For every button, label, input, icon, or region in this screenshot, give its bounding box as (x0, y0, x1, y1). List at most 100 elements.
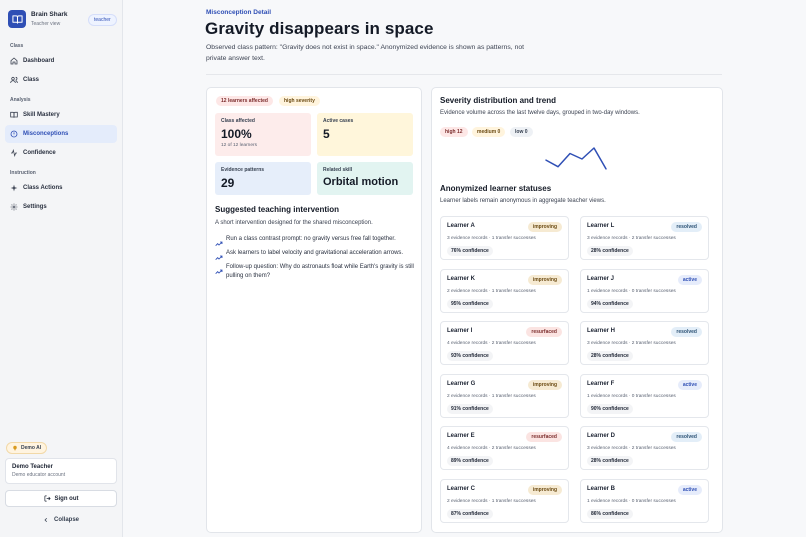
learner-card[interactable]: Learner G improving 2 evidence records · 1… (440, 373, 569, 418)
sign-out-label: Sign out (54, 495, 79, 502)
learner-status-badge: active (677, 485, 702, 495)
home-icon (10, 57, 18, 65)
learner-status-badge: active (677, 274, 702, 285)
learner-name: Learner C (447, 486, 476, 492)
stat-label: Related skill (323, 167, 353, 173)
sidebar-item-label: Class (23, 77, 40, 83)
evidence-patterns-stat: Evidence patterns 29 (215, 162, 311, 195)
learner-name: Learner D (587, 433, 616, 440)
section-label-analysis: Analysis (10, 97, 31, 103)
brand[interactable]: Brain Shark Teacher view (8, 10, 68, 28)
sign-out-button[interactable]: Sign out (5, 490, 117, 507)
learner-confidence-badge: 28% confidence (587, 246, 633, 256)
learner-confidence-badge: 86% confidence (587, 509, 633, 519)
book-logo-icon (8, 10, 26, 28)
sidebar-item-misconceptions[interactable]: Misconceptions (5, 125, 117, 143)
sidebar-item-settings[interactable]: Settings (5, 198, 117, 216)
sidebar-item-label: Class Actions (23, 185, 63, 191)
learner-name: Learner E (447, 433, 475, 440)
learner-card[interactable]: Learner F active 1 evidence records · 0 tr… (580, 373, 709, 418)
stat-label: Class affected (221, 118, 255, 124)
learner-confidence-badge: 90% confidence (587, 403, 633, 414)
account-card: Demo Teacher Demo educator account (5, 458, 117, 484)
learner-name: Learner I (447, 328, 473, 335)
demo-ai-badge: Demo AI (6, 442, 48, 454)
account-subtitle: Demo educator account (12, 472, 66, 478)
brand-subtitle: Teacher view (31, 21, 61, 27)
severity-chip: high severity (279, 96, 320, 106)
learner-card[interactable]: Learner K improving 2 evidence records · 1… (440, 268, 569, 313)
learner-evidence-meta: 3 evidence records · 2 transfer successe… (587, 236, 676, 241)
learner-name: Learner J (587, 275, 615, 282)
stat-value: Orbital motion (323, 176, 399, 188)
learner-status-badge: resolved (671, 222, 702, 232)
active-cases-stat: Active cases 5 (317, 113, 413, 156)
sidebar-item-label: Confidence (23, 150, 56, 156)
learner-card[interactable]: Learner H resolved 3 evidence records · 2 … (580, 321, 709, 366)
intervention-step: Follow-up question: Why do astronauts fl… (215, 263, 415, 281)
sidebar-item-label: Skill Mastery (23, 112, 60, 118)
learner-evidence-meta: 1 evidence records · 0 transfer successe… (587, 288, 676, 294)
learner-status-badge: active (677, 379, 702, 390)
severity-low-chip: low 0 (510, 127, 533, 137)
learner-name: Learner H (587, 328, 616, 335)
learner-confidence-badge: 95% confidence (447, 298, 493, 309)
learner-name: Learner F (587, 380, 615, 387)
learner-status-badge: resolved (671, 432, 702, 443)
sidebar-item-label: Misconceptions (23, 131, 69, 137)
stat-value: 100% (221, 127, 252, 141)
sidebar-item-skill-mastery[interactable]: Skill Mastery (5, 106, 117, 124)
learner-card[interactable]: Learner C improving 2 evidence records · 1… (440, 479, 569, 523)
learner-status-badge: resurfaced (526, 432, 562, 443)
learner-name: Learner G (447, 380, 476, 387)
sidebar-item-confidence[interactable]: Confidence (5, 144, 117, 162)
related-skill-stat: Related skill Orbital motion (317, 162, 413, 195)
collapse-button[interactable]: Collapse (5, 513, 117, 527)
severity-trend-sparkline (545, 147, 607, 170)
learner-evidence-meta: 1 evidence records · 0 transfer successe… (587, 499, 676, 504)
intervention-step-text: Follow-up question: Why do astronauts fl… (226, 264, 414, 279)
learner-confidence-badge: 76% confidence (447, 246, 493, 256)
trend-arrow-icon (215, 263, 223, 281)
sidebar-item-class[interactable]: Class (5, 71, 117, 89)
learner-card[interactable]: Learner A improving 3 evidence records · 1… (440, 216, 569, 260)
learner-confidence-badge: 93% confidence (447, 351, 493, 362)
learner-confidence-badge: 94% confidence (587, 298, 633, 309)
learner-confidence-badge: 89% confidence (447, 456, 493, 467)
collapse-label: Collapse (53, 517, 79, 523)
gear-icon (10, 203, 18, 211)
trend-line (545, 147, 607, 170)
chevron-left-icon (43, 517, 49, 523)
learner-evidence-meta: 3 evidence records · 2 transfer successe… (587, 446, 676, 452)
header-divider (206, 74, 722, 75)
sidebar-item-dashboard[interactable]: Dashboard (5, 52, 117, 70)
demo-ai-label: Demo AI (21, 445, 42, 451)
learner-name: Learner A (447, 223, 475, 229)
class-affected-stat: Class affected 100% 12 of 12 learners (215, 113, 311, 156)
learner-card[interactable]: Learner E resurfaced 4 evidence records · … (440, 426, 569, 471)
learner-card[interactable]: Learner D resolved 3 evidence records · 2 … (580, 426, 709, 471)
learner-name: Learner K (447, 275, 476, 282)
learner-card[interactable]: Learner L resolved 3 evidence records · 2 … (580, 216, 709, 260)
learner-status-badge: improving (527, 222, 562, 232)
intervention-description: A short intervention designed for the sh… (215, 220, 373, 226)
learner-status-badge: improving (527, 274, 562, 285)
severity-description: Evidence volume across the last twelve d… (440, 110, 640, 116)
learner-confidence-badge: 91% confidence (447, 403, 493, 414)
learner-card[interactable]: Learner I resurfaced 4 evidence records · … (440, 321, 569, 366)
stat-label: Evidence patterns (221, 167, 265, 173)
sidebar: Brain Shark Teacher view teacher Class D… (0, 0, 123, 537)
lightbulb-icon (12, 445, 18, 451)
learner-status-badge: improving (527, 379, 562, 390)
severity-medium-chip: medium 0 (472, 127, 506, 137)
learner-card[interactable]: Learner B active 1 evidence records · 0 tr… (580, 479, 709, 523)
sidebar-item-class-actions[interactable]: Class Actions (5, 179, 117, 197)
page-title: Gravity disappears in space (205, 19, 434, 38)
learner-evidence-meta: 2 evidence records · 1 transfer successe… (447, 499, 536, 504)
sidebar-item-label: Dashboard (23, 58, 55, 64)
learner-card[interactable]: Learner J active 1 evidence records · 0 tr… (580, 268, 709, 313)
account-name: Demo Teacher (12, 464, 53, 470)
learner-evidence-meta: 3 evidence records · 2 transfer successe… (587, 341, 676, 347)
role-badge: teacher (88, 14, 117, 26)
learner-name: Learner B (587, 486, 616, 492)
